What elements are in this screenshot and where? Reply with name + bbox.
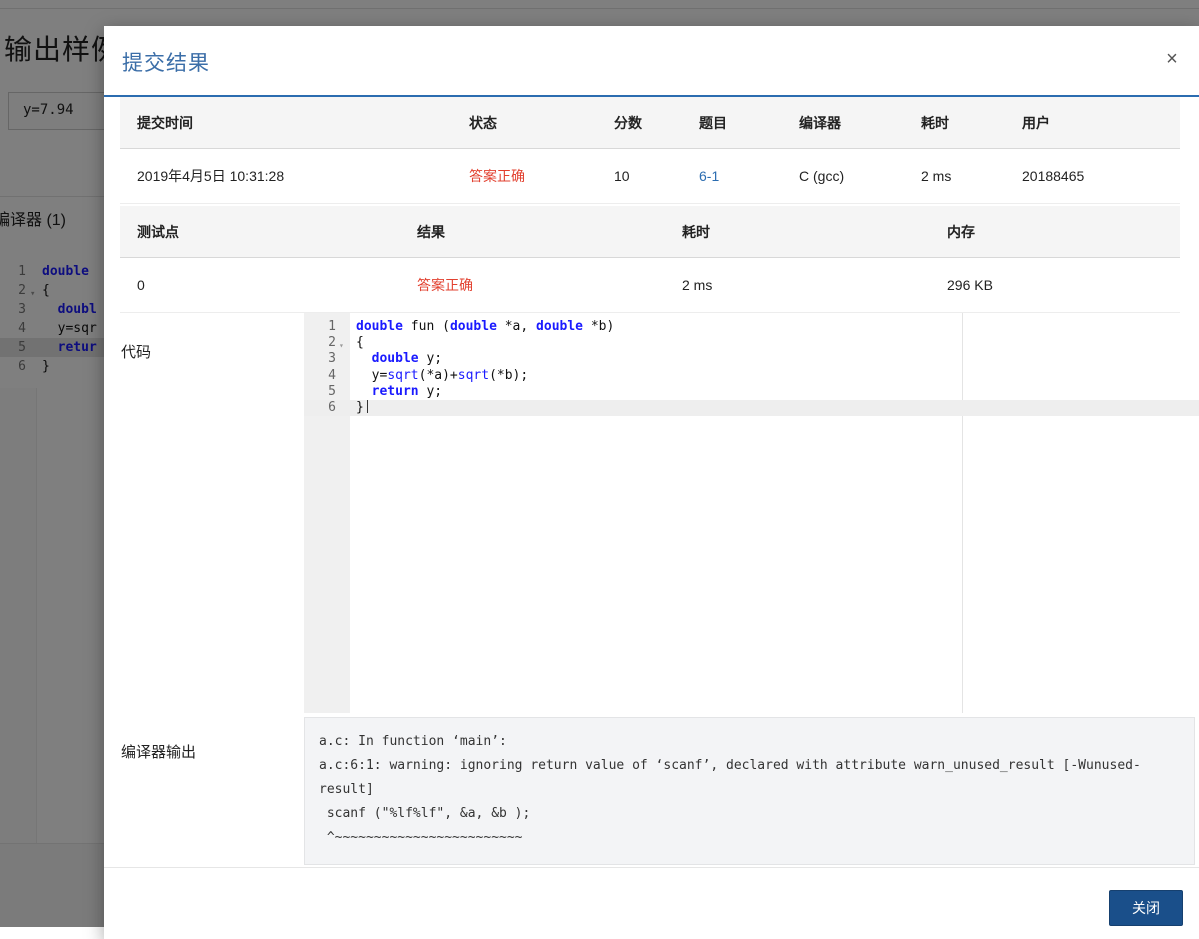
col-header-tp-duration: 耗时	[682, 206, 947, 258]
submission-result-dialog: 提交结果 × 提交时间 状态 分数 题目 编译器 耗时 用户 2019年4月5日…	[104, 26, 1199, 939]
cell-duration: 2 ms	[921, 148, 1022, 204]
compiler-output-section: 编译器输出 a.c: In function ‘main’: a.c:6:1: …	[104, 717, 1199, 867]
col-header-memory: 内存	[947, 206, 1180, 258]
col-header-submit-time: 提交时间	[120, 97, 469, 149]
col-header-problem: 题目	[699, 97, 799, 149]
col-header-duration: 耗时	[921, 97, 1022, 149]
cell-user: 20188465	[1022, 148, 1180, 204]
testpoint-table: 测试点 结果 耗时 内存 0 答案正确 2 ms 296 KB	[120, 206, 1180, 313]
code-line: 2 ▾{	[304, 335, 1199, 351]
compiler-output-text: a.c: In function ‘main’: a.c:6:1: warnin…	[304, 717, 1195, 865]
col-header-compiler: 编译器	[799, 97, 921, 149]
col-header-result: 结果	[417, 206, 682, 258]
dialog-title: 提交结果	[122, 52, 210, 75]
code-line-text: double fun (double *a, double *b)	[356, 319, 615, 334]
cell-submit-time: 2019年4月5日 10:31:28	[120, 148, 469, 204]
cell-tp-duration: 2 ms	[682, 257, 947, 313]
code-line-number: 4	[328, 367, 336, 383]
status-text: 答案正确	[469, 168, 525, 184]
cell-problem: 6-1	[699, 148, 799, 204]
col-header-status: 状态	[469, 97, 614, 149]
code-line-text: double y;	[371, 351, 443, 367]
code-line: 5 return y;	[304, 384, 1199, 400]
col-header-score: 分数	[614, 97, 699, 149]
table-row: 2019年4月5日 10:31:28 答案正确 10 6-1 C (gcc) 2…	[120, 148, 1180, 204]
code-line-text: }	[356, 399, 368, 416]
cell-score: 10	[614, 148, 699, 204]
code-line-text: y=sqrt(*a)+sqrt(*b);	[356, 367, 529, 383]
code-line: 3 double y;	[304, 351, 1199, 367]
code-line-number: 5	[328, 383, 336, 399]
code-line-number: 1	[328, 319, 336, 334]
code-line: 1 double fun (double *a, double *b)	[304, 319, 1199, 335]
close-icon[interactable]: ×	[1160, 47, 1184, 71]
status-text: 答案正确	[417, 277, 473, 293]
code-section-label: 代码	[121, 344, 152, 361]
text-cursor	[366, 399, 368, 413]
cell-compiler: C (gcc)	[799, 148, 921, 204]
cell-result: 答案正确	[417, 257, 682, 313]
code-lines-container: 1 double fun (double *a, double *b) 2 ▾{3 d…	[304, 319, 1199, 417]
testpoint-table-body: 0 答案正确 2 ms 296 KB	[120, 257, 1180, 313]
code-line: 4 y=sqrt(*a)+sqrt(*b);	[304, 368, 1199, 384]
cell-memory: 296 KB	[947, 257, 1180, 313]
problem-link[interactable]: 6-1	[699, 168, 719, 184]
code-line-number: 6	[328, 399, 336, 415]
submission-summary-table: 提交时间 状态 分数 题目 编译器 耗时 用户 2019年4月5日 10:31:…	[120, 97, 1180, 204]
code-line-number: 2	[328, 335, 336, 351]
col-header-testpoint: 测试点	[120, 206, 417, 258]
dialog-header: 提交结果 ×	[104, 26, 1199, 97]
col-header-user: 用户	[1022, 97, 1180, 149]
dialog-footer: 关闭	[104, 867, 1199, 939]
code-line-text: {	[356, 335, 364, 351]
close-button[interactable]: 关闭	[1109, 890, 1183, 926]
dialog-body: 提交时间 状态 分数 题目 编译器 耗时 用户 2019年4月5日 10:31:…	[104, 97, 1199, 867]
code-line-text: return y;	[371, 383, 443, 399]
code-line-number: 3	[328, 351, 336, 367]
code-section: 代码 1 double fun (double *a, double *b) 2 ▾{…	[104, 313, 1199, 717]
table-row: 0 答案正确 2 ms 296 KB	[120, 257, 1180, 313]
cell-testpoint: 0	[120, 257, 417, 313]
status-badge: 答案正确	[469, 148, 614, 204]
code-line: 6}	[304, 399, 1199, 417]
submission-table-header-row: 提交时间 状态 分数 题目 编译器 耗时 用户	[120, 97, 1180, 149]
compiler-output-label: 编译器输出	[121, 744, 197, 761]
testpoint-table-header-row: 测试点 结果 耗时 内存	[120, 206, 1180, 258]
code-editor[interactable]: 1 double fun (double *a, double *b) 2 ▾{3 d…	[304, 313, 1199, 713]
